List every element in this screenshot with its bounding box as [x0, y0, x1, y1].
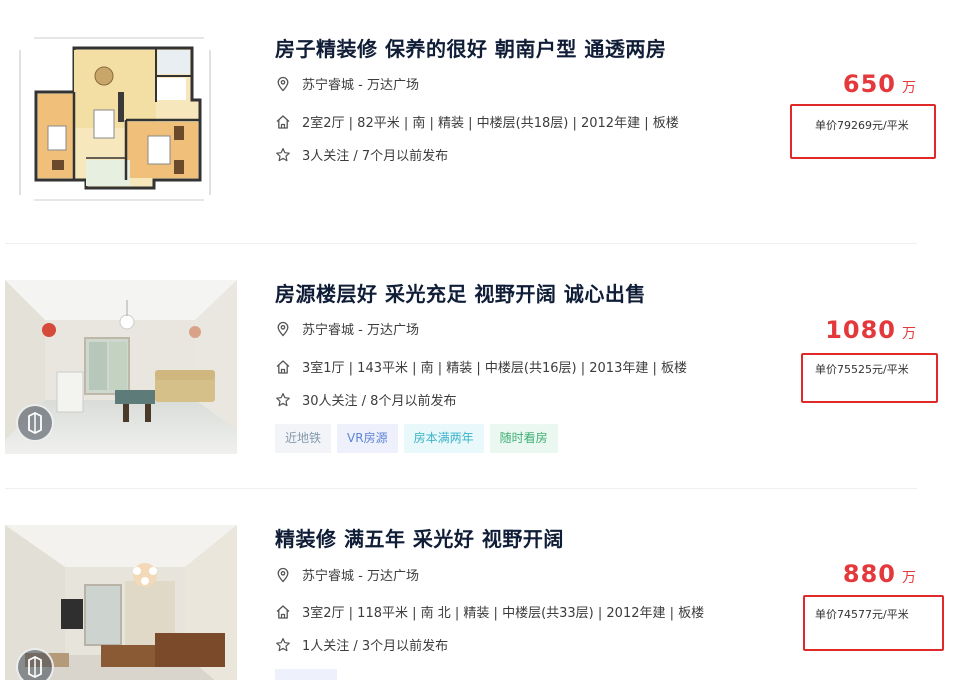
star-icon	[275, 392, 291, 408]
price-value: 880	[842, 560, 896, 588]
star-icon	[275, 637, 291, 653]
details-row: 3室2厅 | 118平米 | 南 北 | 精装 | 中楼层(共33层) | 20…	[275, 602, 704, 621]
price-value: 1080	[825, 316, 896, 344]
floorplan-image[interactable]	[14, 30, 214, 208]
divider	[5, 243, 917, 244]
divider	[5, 488, 917, 489]
details-text: 3室1厅 | 143平米 | 南 | 精装 | 中楼层(共16层) | 2013…	[302, 361, 687, 376]
price-unit: 万	[902, 80, 916, 96]
tag-vr[interactable]: VR房源	[337, 424, 398, 453]
listing-title[interactable]: 精装修 满五年 采光好 视野开阔	[275, 523, 564, 552]
house-icon	[275, 114, 291, 130]
location-text[interactable]: 苏宁睿城 - 万达广场	[302, 319, 419, 338]
location-pin-icon	[275, 321, 291, 337]
listing-title[interactable]: 房源楼层好 采光充足 视野开阔 诚心出售	[275, 278, 646, 307]
location-row: 苏宁睿城 - 万达广场	[275, 74, 419, 93]
house-icon	[275, 604, 291, 620]
follow-row: 3人关注 / 7个月以前发布	[275, 145, 448, 164]
location-pin-icon	[275, 76, 291, 92]
price-unit: 万	[902, 570, 916, 586]
highlight-box	[801, 353, 938, 403]
vr-icon[interactable]	[16, 404, 54, 442]
follow-row: 30人关注 / 8个月以前发布	[275, 390, 456, 409]
price-unit: 万	[902, 326, 916, 342]
tag-list: 近地铁 VR房源 房本满两年 随时看房	[275, 424, 558, 453]
house-icon	[275, 359, 291, 375]
details-text: 2室2厅 | 82平米 | 南 | 精装 | 中楼层(共18层) | 2012年…	[302, 116, 679, 131]
details-row: 2室2厅 | 82平米 | 南 | 精装 | 中楼层(共18层) | 2012年…	[275, 112, 679, 131]
details-row: 3室1厅 | 143平米 | 南 | 精装 | 中楼层(共16层) | 2013…	[275, 357, 687, 376]
location-row: 苏宁睿城 - 万达广场	[275, 319, 419, 338]
tag-list	[275, 669, 337, 680]
total-price: 650 万	[843, 70, 916, 98]
highlight-box	[803, 595, 944, 651]
listing-photo[interactable]	[5, 280, 237, 454]
listing-photo[interactable]	[5, 525, 237, 680]
follow-text: 30人关注 / 8个月以前发布	[302, 394, 457, 409]
highlight-box	[790, 104, 936, 159]
tag-anytime-viewing[interactable]: 随时看房	[489, 424, 558, 453]
follow-row: 1人关注 / 3个月以前发布	[275, 635, 448, 654]
listing-title[interactable]: 房子精装修 保养的很好 朝南户型 通透两房	[275, 33, 666, 62]
listing-card[interactable]: 房子精装修 保养的很好 朝南户型 通透两房 苏宁睿城 - 万达广场 2室2厅 |…	[0, 0, 956, 245]
location-pin-icon	[275, 567, 291, 583]
listing-card[interactable]: 房源楼层好 采光充足 视野开阔 诚心出售 苏宁睿城 - 万达广场 3室1厅 | …	[0, 245, 956, 490]
location-text[interactable]: 苏宁睿城 - 万达广场	[302, 565, 419, 584]
floorplan-drawing	[14, 30, 214, 208]
tag-two-years[interactable]: 房本满两年	[403, 424, 484, 453]
tag-partial[interactable]	[275, 669, 337, 680]
follow-text: 1人关注 / 3个月以前发布	[302, 639, 449, 654]
total-price: 880 万	[843, 560, 916, 588]
location-row: 苏宁睿城 - 万达广场	[275, 565, 419, 584]
listing-card[interactable]: 精装修 满五年 采光好 视野开阔 苏宁睿城 - 万达广场 3室2厅 | 118平…	[0, 490, 956, 680]
tag-near-subway[interactable]: 近地铁	[275, 424, 332, 453]
details-text: 3室2厅 | 118平米 | 南 北 | 精装 | 中楼层(共33层) | 20…	[302, 606, 705, 621]
total-price: 1080 万	[825, 316, 916, 344]
star-icon	[275, 147, 291, 163]
location-text[interactable]: 苏宁睿城 - 万达广场	[302, 74, 419, 93]
vr-icon[interactable]	[16, 648, 54, 680]
price-value: 650	[842, 70, 896, 98]
follow-text: 3人关注 / 7个月以前发布	[302, 149, 449, 164]
